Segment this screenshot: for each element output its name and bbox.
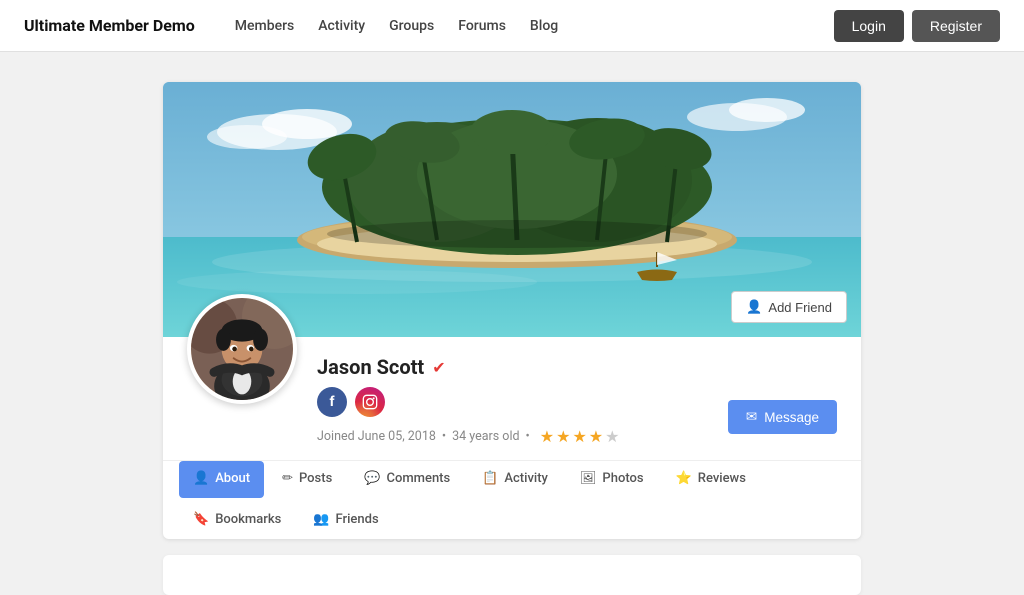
nav-groups[interactable]: Groups — [389, 18, 434, 34]
bookmark-tab-icon: 🔖 — [193, 512, 209, 527]
star-1: ★ — [540, 427, 554, 446]
separator-dot-2: • — [526, 429, 530, 444]
nav-activity[interactable]: Activity — [318, 18, 365, 34]
user-add-icon: 👤 — [746, 299, 762, 315]
pencil-tab-icon: ✏ — [282, 471, 293, 486]
tab-comments[interactable]: 💬 Comments — [350, 461, 464, 498]
profile-name: Jason Scott — [317, 355, 424, 379]
profile-card: 👤 Add Friend — [163, 82, 861, 539]
profile-name-row: Jason Scott ✔ — [317, 355, 619, 379]
register-button[interactable]: Register — [912, 10, 1000, 42]
nav-forums[interactable]: Forums — [458, 18, 506, 34]
facebook-icon[interactable]: f — [317, 387, 347, 417]
user-tab-icon: 👤 — [193, 471, 209, 486]
tab-reviews[interactable]: ⭐ Reviews — [662, 461, 760, 498]
tab-photos[interactable]: 🖼 Photos — [566, 461, 658, 498]
friends-tab-icon: 👥 — [313, 512, 329, 527]
profile-info-area: Jason Scott ✔ f Joined June 05, 2018 — [163, 337, 861, 446]
profile-details: Jason Scott ✔ f Joined June 05, 2018 — [317, 349, 619, 446]
instagram-icon[interactable] — [355, 387, 385, 417]
tab-posts[interactable]: ✏ Posts — [268, 461, 346, 498]
age-label: 34 years old — [452, 429, 519, 444]
comment-tab-icon: 💬 — [364, 471, 380, 486]
profile-tabs: 👤 About ✏ Posts 💬 Comments 📋 Activity 🖼 … — [163, 460, 861, 539]
join-date: Joined June 05, 2018 — [317, 429, 436, 444]
tab-about[interactable]: 👤 About — [179, 461, 264, 498]
star-rating: ★ ★ ★ ★ ★ — [540, 427, 620, 446]
social-icons: f — [317, 387, 619, 417]
bottom-section — [163, 555, 861, 595]
cover-image: 👤 Add Friend — [163, 82, 861, 337]
activity-tab-icon: 📋 — [482, 471, 498, 486]
page-content: 👤 Add Friend — [147, 82, 877, 595]
profile-meta: Joined June 05, 2018 • 34 years old • ★ … — [317, 427, 619, 446]
site-logo[interactable]: Ultimate Member Demo — [24, 16, 195, 35]
tab-bookmarks[interactable]: 🔖 Bookmarks — [179, 502, 295, 539]
message-icon: ✉ — [746, 409, 757, 425]
add-friend-button[interactable]: 👤 Add Friend — [731, 291, 847, 323]
verified-badge: ✔ — [432, 358, 445, 377]
header-actions: Login Register — [834, 10, 1000, 42]
photo-tab-icon: 🖼 — [580, 471, 597, 486]
star-4: ★ — [589, 427, 603, 446]
star-tab-icon: ⭐ — [676, 471, 692, 486]
star-2: ★ — [556, 427, 570, 446]
star-5: ★ — [605, 427, 619, 446]
avatar — [187, 294, 297, 404]
nav-members[interactable]: Members — [235, 18, 294, 34]
site-header: Ultimate Member Demo Members Activity Gr… — [0, 0, 1024, 52]
message-button[interactable]: ✉ Message — [728, 400, 837, 434]
tab-activity[interactable]: 📋 Activity — [468, 461, 562, 498]
nav-blog[interactable]: Blog — [530, 18, 558, 34]
separator-dot: • — [442, 429, 446, 444]
login-button[interactable]: Login — [834, 10, 904, 42]
star-3: ★ — [572, 427, 586, 446]
message-btn-area: ✉ Message — [728, 400, 837, 434]
main-nav: Members Activity Groups Forums Blog — [235, 18, 834, 34]
tab-friends[interactable]: 👥 Friends — [299, 502, 392, 539]
